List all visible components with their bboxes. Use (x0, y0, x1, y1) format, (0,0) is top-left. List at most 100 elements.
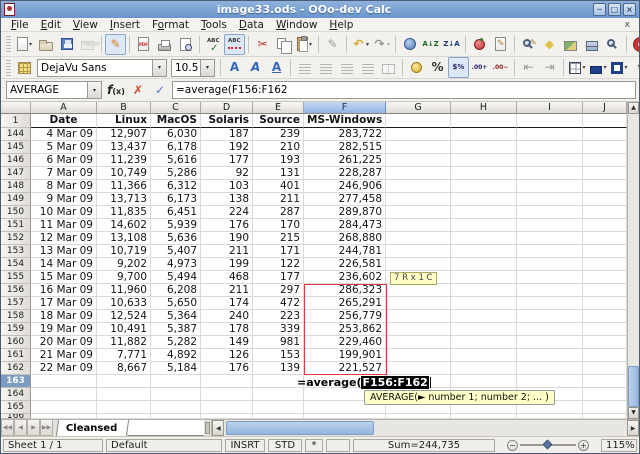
cell[interactable]: 176 (201, 219, 253, 232)
undo[interactable]: ↶▾ (350, 34, 371, 55)
row-header-157[interactable]: 157 (1, 297, 31, 310)
accept-icon[interactable]: ✓ (150, 81, 170, 99)
document-as-email[interactable] (77, 34, 98, 55)
col-header-G[interactable]: G (386, 102, 451, 114)
scroll-left-icon[interactable]: ◀ (212, 420, 224, 436)
cell[interactable] (517, 128, 583, 141)
cell[interactable]: 178 (201, 323, 253, 336)
first-sheet-button[interactable]: ◀◀ (1, 420, 14, 436)
cell[interactable] (583, 219, 627, 232)
cell[interactable] (451, 258, 517, 271)
cell[interactable] (517, 180, 583, 193)
menu-help[interactable]: Help (323, 19, 359, 31)
cell[interactable]: 215 (253, 232, 304, 245)
cell[interactable]: 14,602 (97, 219, 151, 232)
cell[interactable]: 265,291 (304, 297, 386, 310)
cell[interactable]: 149 (201, 336, 253, 349)
cell[interactable]: 19 Mar 09 (31, 323, 97, 336)
cell[interactable]: 14 Mar 09 (31, 258, 97, 271)
cell[interactable] (386, 154, 451, 167)
cell[interactable] (517, 362, 583, 375)
cell[interactable]: 10 Mar 09 (31, 206, 97, 219)
save[interactable] (56, 34, 77, 55)
cell[interactable] (583, 245, 627, 258)
cell[interactable]: 4,892 (151, 349, 201, 362)
cell[interactable] (31, 388, 97, 401)
sheet-indicator[interactable]: Sheet 1 / 1 (3, 439, 103, 452)
cell[interactable] (517, 349, 583, 362)
cell[interactable] (583, 336, 627, 349)
cell[interactable]: 17 Mar 09 (31, 297, 97, 310)
menu-window[interactable]: Window (270, 19, 323, 31)
font-name-combo[interactable]: DejaVu Sans▾ (37, 59, 167, 77)
last-sheet-button[interactable]: ▶▶ (40, 420, 53, 436)
cell[interactable]: 210 (253, 141, 304, 154)
cell[interactable] (583, 114, 627, 128)
cell[interactable] (583, 310, 627, 323)
cell[interactable] (517, 297, 583, 310)
row-header-162[interactable]: 162 (1, 362, 31, 375)
cell[interactable] (386, 414, 451, 419)
cell[interactable]: 9,202 (97, 258, 151, 271)
cell[interactable]: 5,494 (151, 271, 201, 284)
menu-file[interactable]: File (5, 19, 35, 31)
cell-edit-overlay[interactable]: =average(F156:F162 (297, 375, 431, 389)
cell[interactable]: 289,870 (304, 206, 386, 219)
paste[interactable]: ▾ (294, 34, 315, 55)
cell[interactable]: 9,700 (97, 271, 151, 284)
hyperlink[interactable] (399, 34, 420, 55)
cell[interactable] (386, 258, 451, 271)
cell[interactable] (583, 414, 627, 419)
align-justify[interactable] (357, 57, 378, 78)
cell[interactable]: 5,282 (151, 336, 201, 349)
cell[interactable] (517, 258, 583, 271)
cell[interactable]: 11,960 (97, 284, 151, 297)
col-header-D[interactable]: D (201, 102, 253, 114)
cell[interactable] (97, 414, 151, 419)
cell[interactable]: 4,973 (151, 258, 201, 271)
zoom-track[interactable] (520, 444, 576, 446)
cell[interactable]: 7 Mar 09 (31, 167, 97, 180)
cell[interactable]: 10,719 (97, 245, 151, 258)
menu-edit[interactable]: Edit (35, 19, 67, 31)
gallery[interactable] (560, 34, 581, 55)
cell[interactable]: 226,581 (304, 258, 386, 271)
cell[interactable]: 287 (253, 206, 304, 219)
cell[interactable]: 176 (201, 362, 253, 375)
row-header-147[interactable]: 147 (1, 167, 31, 180)
cell[interactable]: 20 Mar 09 (31, 336, 97, 349)
standard-format[interactable] (448, 57, 469, 78)
cell[interactable] (451, 336, 517, 349)
col-header-E[interactable]: E (253, 102, 304, 114)
cell[interactable] (451, 206, 517, 219)
cell[interactable]: 8,667 (97, 362, 151, 375)
cell[interactable]: 103 (201, 180, 253, 193)
cell[interactable]: 284,473 (304, 219, 386, 232)
cell[interactable]: 6,312 (151, 180, 201, 193)
cell[interactable] (583, 362, 627, 375)
cell[interactable] (386, 114, 451, 128)
font-size-combo[interactable]: 10.5▾ (171, 59, 215, 77)
row-header-161[interactable]: 161 (1, 349, 31, 362)
function-wizard-button[interactable]: f(x) (106, 81, 126, 99)
cancel-icon[interactable]: ✗ (128, 81, 148, 99)
cell[interactable] (201, 401, 253, 414)
cell[interactable] (253, 401, 304, 414)
cell[interactable] (583, 154, 627, 167)
menu-tools[interactable]: Tools (195, 19, 233, 31)
row-header-145[interactable]: 145 (1, 141, 31, 154)
cell[interactable] (517, 219, 583, 232)
cell[interactable] (583, 232, 627, 245)
col-header-F[interactable]: F (304, 102, 386, 114)
col-header-H[interactable]: H (451, 102, 517, 114)
cell[interactable]: 4 Mar 09 (31, 128, 97, 141)
cell[interactable] (517, 414, 583, 419)
maximize-button[interactable]: □ (608, 3, 621, 16)
cell[interactable]: 12,524 (97, 310, 151, 323)
vertical-scroll-thumb[interactable] (628, 366, 639, 407)
formula-input[interactable]: =average(F156:F162 (172, 81, 636, 99)
cell[interactable] (583, 349, 627, 362)
row-header-154[interactable]: 154 (1, 258, 31, 271)
cell[interactable]: 8 Mar 09 (31, 180, 97, 193)
scroll-down-icon[interactable]: ▼ (628, 407, 639, 419)
